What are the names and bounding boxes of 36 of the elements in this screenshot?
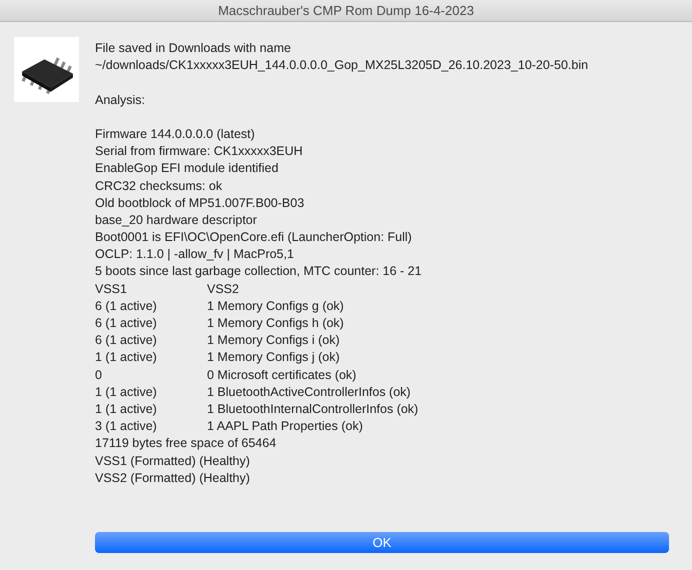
analysis-line: VSS2 (Formatted) (Healthy) xyxy=(95,470,251,487)
analysis-line: EnableGop EFI module identified xyxy=(95,160,280,178)
analysis-line: 5 boots since last garbage collection, MTC counter: 16 - 21 xyxy=(95,263,423,280)
analysis-label: Analysis: xyxy=(95,92,146,109)
analysis-line: CRC32 checksums: ok xyxy=(95,178,224,194)
analysis-line: Boot0001 is EFI\OC\OpenCore.efi (LauncherOption: Full) xyxy=(95,229,413,246)
table-cell: 0 Microsoft certificates (ok) xyxy=(207,366,356,384)
table-cell-text: 6 (1 active) xyxy=(95,315,158,332)
analysis-line: Old bootblock of MP51.007F.B00-B03 xyxy=(95,194,306,212)
table-cell-text: 1 Memory Configs j (ok) xyxy=(207,349,340,366)
column-header: VSS1 xyxy=(95,280,128,298)
table-cell-text: 1 (1 active) xyxy=(95,384,158,401)
message-text: ~/downloads/CK1xxxxx3EUH_144.0.0.0.0_Gop_MX25L3205D_26.10.2023_10-20-50.bin xyxy=(95,57,588,74)
column-header: VSS2 xyxy=(207,280,239,298)
table-cell-text: 6 (1 active) xyxy=(95,332,158,350)
table-cell-text: 1 (1 active) xyxy=(95,349,158,366)
table-cell: 1 Memory Configs g (ok) xyxy=(207,298,344,315)
message-text: File saved in Downloads with name xyxy=(95,40,292,57)
analysis-line: VSS1 (Formatted) (Healthy) xyxy=(95,452,251,470)
analysis-line: base_20 hardware descriptor xyxy=(95,212,258,229)
analysis-line: Firmware 144.0.0.0.0 (latest) xyxy=(95,126,256,143)
window-title: Macschrauber's CMP Rom Dump 16-4-2023 xyxy=(218,3,474,18)
table-cell: 1 Memory Configs i (ok) xyxy=(207,332,340,350)
table-cell-text: 1 Memory Configs h (ok) xyxy=(207,315,344,332)
table-cell-text: 6 (1 active) xyxy=(95,298,158,315)
table-cell: 1 AAPL Path Properties (ok) xyxy=(207,418,363,436)
chip-icon xyxy=(14,37,79,102)
analysis-line: OCLP: 1.1.0 | -allow_fv | MacPro5,1 xyxy=(95,246,295,264)
table-cell-text: 0 xyxy=(95,366,103,384)
analysis-line: Serial from firmware: CK1xxxxx3EUH xyxy=(95,143,304,160)
table-cell: 1 BluetoothActiveControllerInfos (ok) xyxy=(207,384,411,401)
table-cell-text: 1 (1 active) xyxy=(95,400,158,418)
analysis-line: 17119 bytes free space of 65464 xyxy=(95,435,278,452)
table-cell-text: 1 BluetoothInternalControllerInfos (ok) xyxy=(207,400,418,418)
ok-button[interactable]: OK xyxy=(95,532,669,553)
table-cell-text: 3 (1 active) xyxy=(95,418,158,436)
